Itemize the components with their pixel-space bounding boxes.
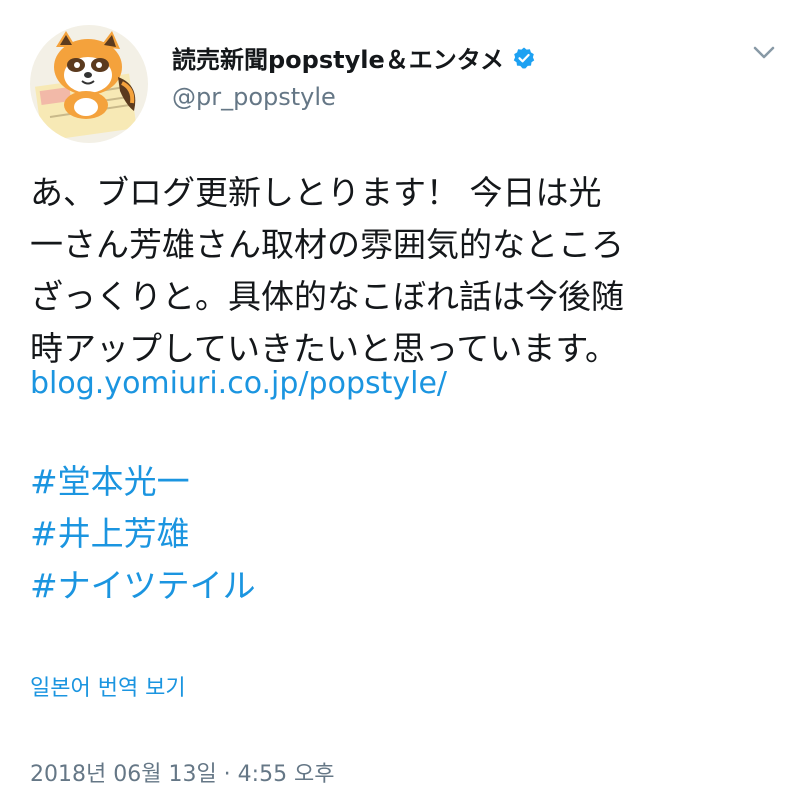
hashtag-list: #堂本光一 #井上芳雄 #ナイツテイル bbox=[30, 456, 256, 612]
hashtag-link[interactable]: #井上芳雄 bbox=[30, 508, 256, 560]
verified-badge-icon bbox=[512, 46, 536, 70]
tweet-text: あ、ブログ更新しとります！ 今日は光 一さん芳雄さん取材の雰囲気的なところ ざっ… bbox=[30, 167, 770, 375]
translate-button[interactable]: 일본어 번역 보기 bbox=[30, 670, 186, 702]
author-handle[interactable]: @pr_popstyle bbox=[172, 83, 336, 111]
raccoon-mascot-avatar-icon bbox=[30, 25, 148, 143]
tweet-text-line: あ、ブログ更新しとります！ 今日は光 bbox=[30, 173, 602, 212]
tweet-text-line: ざっくりと。具体的なこぼれ話は今後随 bbox=[30, 277, 624, 316]
avatar[interactable] bbox=[30, 25, 148, 143]
author-name-row[interactable]: 読売新聞popstyle＆エンタメ bbox=[172, 40, 536, 75]
hashtag-link[interactable]: #堂本光一 bbox=[30, 456, 256, 508]
tweet-timestamp: 2018년 06월 13일 · 4:55 오후 bbox=[30, 762, 335, 787]
hashtag-link[interactable]: #ナイツテイル bbox=[30, 560, 256, 612]
author-display-name[interactable]: 読売新聞popstyle＆エンタメ bbox=[172, 40, 504, 75]
tweet-text-line: 一さん芳雄さん取材の雰囲気的なところ bbox=[30, 225, 624, 264]
tweet-link[interactable]: blog.yomiuri.co.jp/popstyle/ bbox=[30, 366, 447, 401]
chevron-down-icon[interactable] bbox=[750, 38, 778, 66]
